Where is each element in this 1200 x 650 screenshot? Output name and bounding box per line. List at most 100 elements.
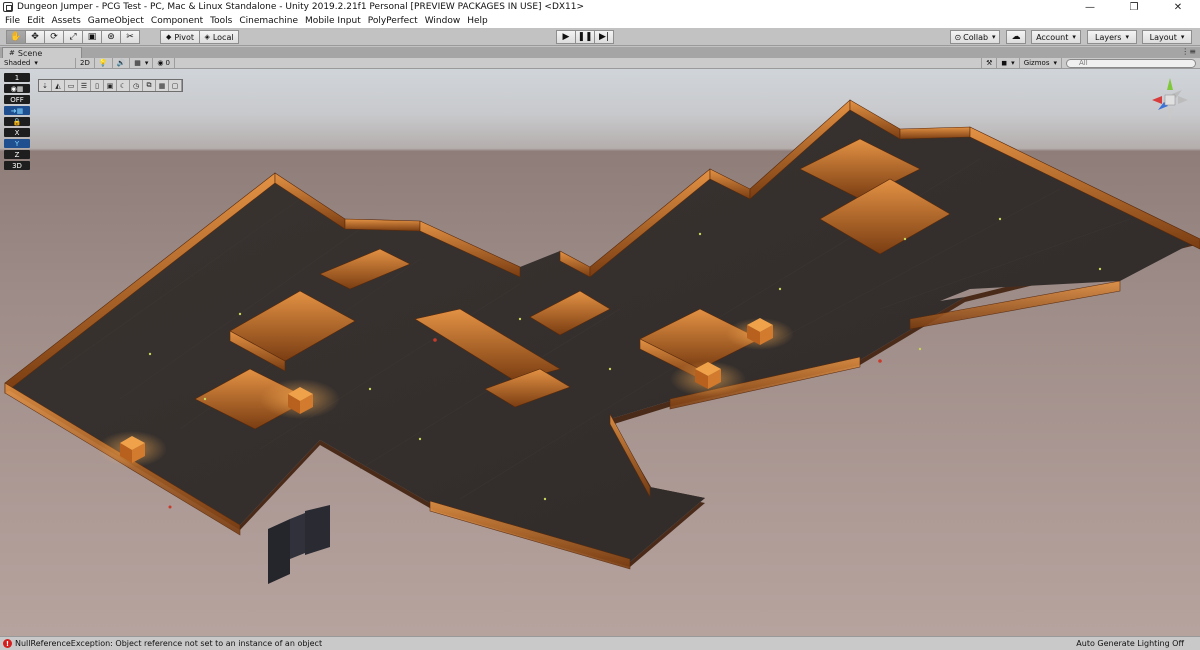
step-button[interactable]: ▶| xyxy=(594,30,614,44)
move-icon: ✥ xyxy=(31,31,39,42)
collab-label: Collab xyxy=(963,32,989,42)
hand-icon: ✋ xyxy=(10,31,22,42)
lock-tool-icon[interactable]: ▣ xyxy=(104,80,117,91)
hidden-count: 0 xyxy=(165,59,170,67)
moon-icon[interactable]: ☾ xyxy=(117,80,130,91)
transform-tools: ✋ ✥ ⟳ ⤢ ▣ ⊛ ✂ xyxy=(6,30,140,44)
x-axis-toggle[interactable]: X xyxy=(4,128,30,137)
list-icon[interactable]: ☰ xyxy=(78,80,91,91)
scene-icon: # xyxy=(9,49,15,57)
cloud-group: ☁ xyxy=(1006,30,1026,44)
transform-tool-button[interactable]: ⊛ xyxy=(101,30,121,44)
menu-edit[interactable]: Edit xyxy=(25,16,49,26)
pivot-button[interactable]: ◆ Pivot xyxy=(160,30,200,44)
3d-label: 3D xyxy=(12,161,22,170)
local-label: Local xyxy=(212,32,234,42)
local-button[interactable]: ◈ Local xyxy=(199,30,239,44)
menu-tools[interactable]: Tools xyxy=(208,16,237,26)
audio-toggle[interactable]: 🔊 xyxy=(113,58,131,68)
menu-help[interactable]: Help xyxy=(465,16,493,26)
effects-dropdown[interactable]: ▦ xyxy=(130,58,154,68)
collab-button[interactable]: ⊙ Collab xyxy=(950,30,1000,44)
camera-icon: ◼ xyxy=(1001,59,1008,67)
layout-dropdown[interactable]: Layout xyxy=(1142,30,1192,44)
orientation-gizmo[interactable] xyxy=(1148,76,1192,132)
scene-tab-label: Scene xyxy=(17,48,43,58)
move-tool-button[interactable]: ✥ xyxy=(25,30,45,44)
camera-dropdown[interactable]: ◼ xyxy=(997,58,1020,68)
menu-window[interactable]: Window xyxy=(423,16,466,26)
playback-group: ▶ ❚❚ ▶| xyxy=(556,30,614,44)
menu-gameobject[interactable]: GameObject xyxy=(86,16,149,26)
lighting-toggle[interactable]: 💡 xyxy=(95,58,113,68)
z-axis-label: Z xyxy=(14,150,20,159)
step-icon: ▶| xyxy=(599,31,609,42)
layers-group: Layers xyxy=(1087,30,1137,44)
title-bar: Dungeon Jumper - PCG Test - PC, Mac & Li… xyxy=(0,0,1200,14)
visibility-toggle[interactable]: ◉▦ xyxy=(4,84,30,93)
pause-icon: ❚❚ xyxy=(577,31,593,42)
shading-mode-dropdown[interactable]: Shaded xyxy=(0,58,76,68)
clock-icon[interactable]: ◷ xyxy=(130,80,143,91)
rect-tool-button[interactable]: ▣ xyxy=(82,30,102,44)
dungeon-render xyxy=(4,99,1200,584)
scale-tool-button[interactable]: ⤢ xyxy=(63,30,83,44)
console-error-message[interactable]: NullReferenceException: Object reference… xyxy=(15,639,322,648)
scene-viewport[interactable]: 1 ◉▦ OFF ➜▦ 🔒 X Y Z 3D ⇣ ◭ ▭ ☰ ▯ ▣ ☾ ◷ ⧉… xyxy=(0,69,1200,636)
scene-tab[interactable]: # Scene xyxy=(2,47,82,58)
menu-assets[interactable]: Assets xyxy=(50,16,86,26)
view-options-overlay: 1 ◉▦ OFF ➜▦ 🔒 X Y Z 3D xyxy=(4,73,30,172)
menu-bar: File Edit Assets GameObject Component To… xyxy=(0,14,1200,28)
frame-icon[interactable]: ▢ xyxy=(169,80,182,91)
lighting-status[interactable]: Auto Generate Lighting Off xyxy=(1076,639,1184,648)
tools-toggle[interactable]: ⚒ xyxy=(981,58,998,68)
menu-mobile-input[interactable]: Mobile Input xyxy=(303,16,366,26)
menu-file[interactable]: File xyxy=(3,16,25,26)
arrow-toggle[interactable]: ➜▦ xyxy=(4,106,30,115)
z-axis-toggle[interactable]: Z xyxy=(4,150,30,159)
local-icon: ◈ xyxy=(204,33,210,41)
cloud-button[interactable]: ☁ xyxy=(1006,30,1026,44)
scene-search-input[interactable]: All xyxy=(1066,59,1196,68)
play-button[interactable]: ▶ xyxy=(556,30,576,44)
3d-toggle[interactable]: 3D xyxy=(4,161,30,170)
rect-icon: ▣ xyxy=(87,31,97,42)
page-icon[interactable]: ▯ xyxy=(91,80,104,91)
pivot-label: Pivot xyxy=(174,32,195,42)
grid-icon[interactable]: ▦ xyxy=(156,80,169,91)
x-axis-label: X xyxy=(14,128,20,137)
hidden-objects-toggle[interactable]: ◉ 0 xyxy=(153,58,175,68)
gizmos-dropdown[interactable]: Gizmos xyxy=(1020,58,1062,68)
2d-toggle[interactable]: 2D xyxy=(76,58,95,68)
folder-icon[interactable]: ▭ xyxy=(65,80,78,91)
pin-icon[interactable]: ⇣ xyxy=(39,80,52,91)
custom-tool-button[interactable]: ✂ xyxy=(120,30,140,44)
minimize-button[interactable]: — xyxy=(1068,0,1112,14)
tab-menu-icon[interactable]: ⋮≡ xyxy=(1181,47,1196,56)
off-toggle[interactable]: OFF xyxy=(4,95,30,104)
unity-logo-icon xyxy=(3,2,13,12)
restore-button[interactable]: ❐ xyxy=(1112,0,1156,14)
close-button[interactable]: ✕ xyxy=(1156,0,1200,14)
axis-gizmo-icon xyxy=(1152,78,1188,120)
y-axis-toggle[interactable]: Y xyxy=(4,139,30,148)
copy-icon[interactable]: ⧉ xyxy=(143,80,156,91)
menu-polyperfect[interactable]: PolyPerfect xyxy=(366,16,423,26)
hide-icon[interactable]: ◭ xyxy=(52,80,65,91)
audio-icon: 🔊 xyxy=(116,59,126,67)
hand-tool-button[interactable]: ✋ xyxy=(6,30,26,44)
lock-toggle[interactable]: 🔒 xyxy=(4,117,30,126)
collab-icon: ⊙ xyxy=(954,32,962,42)
menu-component[interactable]: Component xyxy=(149,16,208,26)
window-controls: — ❐ ✕ xyxy=(1068,0,1200,14)
layer-number[interactable]: 1 xyxy=(4,73,30,82)
menu-cinemachine[interactable]: Cinemachine xyxy=(237,16,303,26)
custom-tool-icon: ✂ xyxy=(126,31,134,42)
status-bar: ! NullReferenceException: Object referen… xyxy=(0,636,1200,650)
player-spawn[interactable] xyxy=(268,505,330,584)
rotate-tool-button[interactable]: ⟳ xyxy=(44,30,64,44)
layers-dropdown[interactable]: Layers xyxy=(1087,30,1137,44)
effects-icon: ▦ xyxy=(134,59,141,67)
pause-button[interactable]: ❚❚ xyxy=(575,30,595,44)
account-dropdown[interactable]: Account xyxy=(1031,30,1081,44)
